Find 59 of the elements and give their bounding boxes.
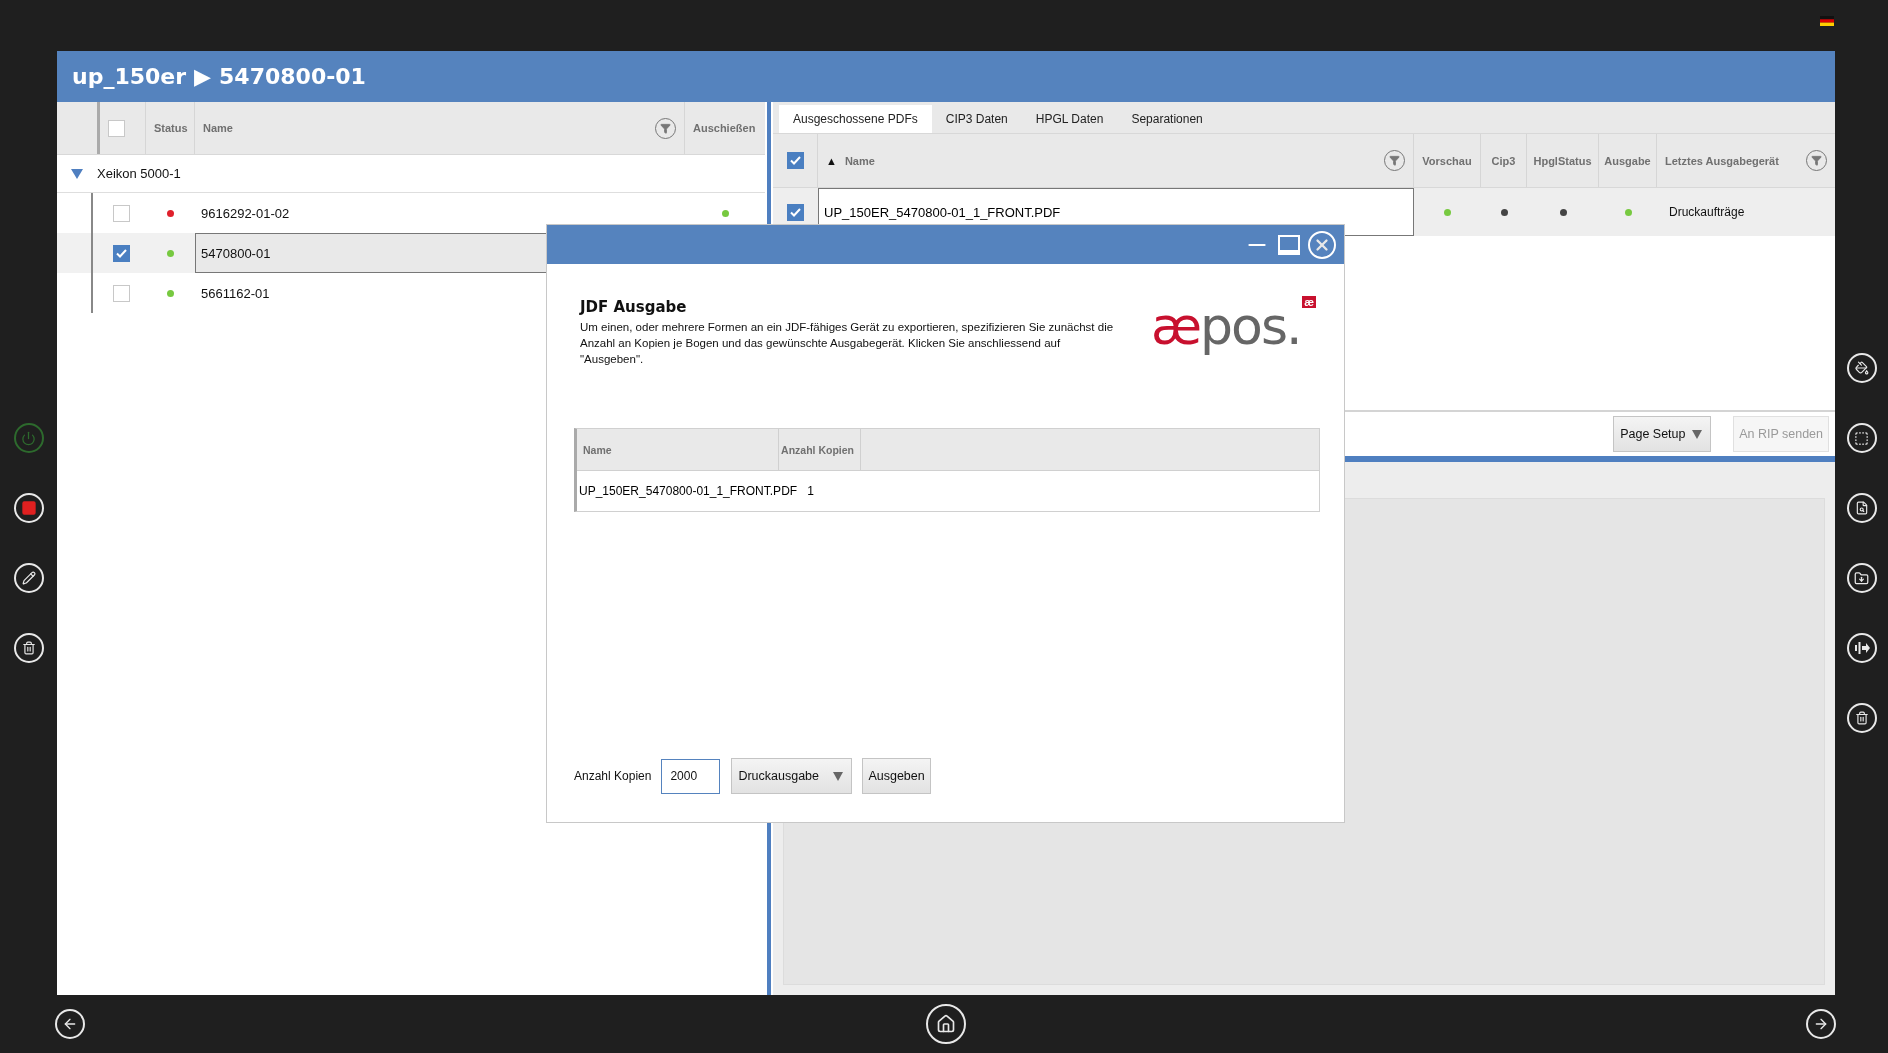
table-cell: 1 — [807, 484, 814, 498]
column-header[interactable]: Status — [154, 122, 188, 134]
copies-label: Anzahl Kopien — [574, 769, 652, 783]
logo: æpos. — [1151, 296, 1301, 356]
power-icon[interactable] — [13, 423, 44, 453]
caret-icon — [833, 771, 844, 781]
checkbox[interactable] — [787, 203, 804, 221]
checkbox[interactable] — [113, 204, 130, 222]
column-header[interactable]: HpglStatus — [1533, 154, 1592, 167]
group-name[interactable]: Xeikon 5000-1 — [97, 166, 181, 181]
tab[interactable]: Separationen — [1117, 105, 1217, 133]
checkbox[interactable] — [113, 284, 130, 302]
column-header[interactable]: Vorschau — [1422, 154, 1472, 167]
trash-icon[interactable] — [1846, 703, 1877, 733]
stop-icon[interactable] — [13, 493, 44, 523]
tab[interactable]: HPGL Daten — [1021, 105, 1118, 133]
file-search-icon[interactable] — [1846, 493, 1877, 523]
submit-button[interactable]: Ausgeben — [862, 758, 931, 794]
column-header[interactable]: Anzahl Kopien — [779, 429, 861, 470]
trash-icon[interactable] — [13, 633, 44, 663]
column-header[interactable]: Auschießen — [693, 122, 756, 134]
breadcrumb-arrow: ▶ — [194, 64, 212, 89]
device-dropdown[interactable]: Druckausgabe — [731, 758, 853, 794]
copies-field[interactable]: 2000 — [661, 758, 721, 794]
checkbox[interactable] — [113, 244, 130, 262]
column-header[interactable]: Name — [203, 122, 233, 134]
check-icon — [116, 248, 127, 258]
sort-arrow[interactable]: ▲ — [826, 154, 837, 167]
column-header[interactable]: Cip3 — [1491, 154, 1516, 167]
home-icon[interactable] — [925, 1004, 966, 1044]
table-cell: UP_150ER_5470800-01_1_FRONT.PDF — [579, 484, 798, 498]
pencil-icon[interactable] — [13, 563, 44, 593]
caret-icon — [1692, 429, 1703, 439]
logo-badge: æ — [1302, 296, 1316, 308]
job-title: 5470800-01 — [219, 64, 366, 89]
flag-icon[interactable] — [1820, 16, 1834, 26]
column-header[interactable]: Name — [844, 154, 875, 167]
close-icon[interactable] — [1308, 230, 1336, 259]
expand-icon[interactable] — [71, 168, 83, 179]
checkbox[interactable] — [108, 119, 125, 137]
check-icon — [790, 207, 801, 217]
dialog-description: Um einen, oder mehrere Formen an ein JDF-fähiges Gerät zu exportieren, spezifizieren Sie zunächst die Anzahl an Kopien je Bogen und das gewünschte Ausgabegerät. Klicken Sie anschliessend auf "Ausgeben". — [580, 320, 1115, 367]
maximize-icon[interactable] — [1278, 234, 1300, 255]
paint-bucket-icon[interactable] — [1846, 353, 1877, 383]
column-header[interactable]: Name — [577, 429, 779, 470]
table-cell: Druckaufträge — [1669, 205, 1745, 219]
dialog-heading: JDF Ausgabe — [580, 298, 688, 316]
back-icon[interactable] — [55, 1009, 85, 1039]
column-header[interactable]: Ausgabe — [1604, 154, 1651, 167]
tab[interactable]: Ausgeschossene PDFs — [779, 105, 932, 133]
folder-download-icon[interactable] — [1846, 563, 1877, 593]
forward-icon[interactable] — [1806, 1009, 1836, 1039]
page-setup-dropdown[interactable]: Page Setup — [1613, 416, 1712, 452]
project-title: up_150er — [72, 64, 187, 89]
table-cell[interactable]: 9616292-01-02 — [195, 193, 685, 233]
tab[interactable]: CIP3 Daten — [931, 105, 1022, 133]
column-header[interactable]: Letztes Ausgabegerät — [1665, 154, 1779, 167]
checkbox[interactable] — [786, 152, 804, 169]
check-icon — [789, 156, 801, 165]
